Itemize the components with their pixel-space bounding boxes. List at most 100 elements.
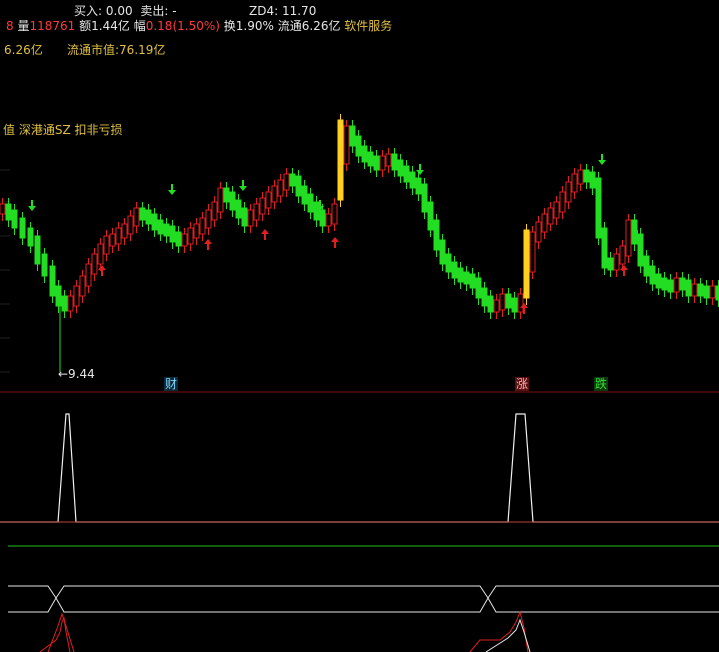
candle-body bbox=[121, 223, 128, 239]
candle-body bbox=[379, 155, 386, 171]
candle-body bbox=[109, 233, 116, 247]
candle-body bbox=[259, 197, 266, 215]
candle-body bbox=[349, 125, 356, 147]
candle-body bbox=[421, 183, 428, 213]
candle-body bbox=[553, 201, 560, 219]
candle-body bbox=[205, 209, 212, 229]
indicator-pane-3 bbox=[39, 610, 531, 652]
candle-body bbox=[433, 219, 440, 251]
candle-body bbox=[241, 207, 248, 227]
candle-body bbox=[187, 227, 194, 245]
candle-body bbox=[91, 253, 98, 275]
candle-body bbox=[469, 273, 476, 289]
candle-body bbox=[235, 199, 242, 219]
candle-body bbox=[5, 203, 12, 221]
candle-body bbox=[517, 293, 524, 313]
candle-body bbox=[559, 191, 566, 213]
candle-body bbox=[151, 213, 158, 231]
candle-body bbox=[529, 231, 536, 273]
candle-body bbox=[415, 177, 422, 195]
candle-body bbox=[679, 277, 686, 291]
cross-line-a bbox=[8, 585, 719, 613]
candlestick-series bbox=[0, 114, 719, 372]
event-up-icon[interactable]: 涨 bbox=[515, 377, 530, 391]
candle-body bbox=[547, 207, 554, 225]
event-finance-icon[interactable]: 财 bbox=[164, 377, 179, 391]
candle-body bbox=[67, 295, 74, 312]
indicator-pane-2 bbox=[8, 585, 719, 613]
candle-body bbox=[145, 209, 152, 225]
candle-body bbox=[619, 245, 626, 265]
candle-body bbox=[499, 293, 506, 311]
event-down-icon[interactable]: 跌 bbox=[594, 377, 609, 391]
kline-chart[interactable] bbox=[0, 0, 719, 652]
candle-body bbox=[589, 171, 596, 189]
candle-body bbox=[283, 173, 290, 191]
candle-body bbox=[277, 179, 284, 197]
candle-body bbox=[343, 125, 350, 165]
candle-body bbox=[463, 271, 470, 285]
candle-body bbox=[301, 185, 308, 205]
red-peak-left-b bbox=[47, 612, 75, 652]
candle-body bbox=[295, 175, 302, 197]
buy-arrow-icon bbox=[98, 265, 106, 276]
spike-line bbox=[0, 413, 719, 523]
red-peak-right bbox=[469, 610, 529, 652]
candle-body bbox=[487, 295, 494, 313]
candle-body bbox=[127, 215, 134, 235]
candle-body bbox=[613, 253, 620, 271]
buy-arrow-icon bbox=[620, 265, 628, 276]
sell-arrow-icon bbox=[168, 184, 176, 195]
candle-body bbox=[331, 203, 338, 225]
candle-body bbox=[691, 283, 698, 297]
candle-body bbox=[397, 159, 404, 177]
candle-body bbox=[175, 231, 182, 247]
candle-body bbox=[685, 279, 692, 297]
candle-body bbox=[265, 191, 272, 209]
candle-body bbox=[139, 207, 146, 221]
candle-body bbox=[355, 135, 362, 157]
candle-body bbox=[391, 153, 398, 171]
candle-body bbox=[49, 265, 56, 297]
candle-body bbox=[373, 155, 380, 171]
candle-body bbox=[73, 285, 80, 307]
candle-body bbox=[157, 219, 164, 235]
candle-body bbox=[475, 277, 482, 299]
candle-body bbox=[11, 209, 18, 229]
candle-body bbox=[409, 171, 416, 189]
candle-body bbox=[97, 243, 104, 265]
candle-body bbox=[253, 203, 260, 221]
candle-body bbox=[199, 217, 206, 235]
candle-body bbox=[385, 153, 392, 167]
candle-body bbox=[217, 187, 224, 213]
candle-body bbox=[0, 203, 6, 215]
candle-body bbox=[655, 273, 662, 289]
low-price-marker: ←9.44 bbox=[58, 367, 95, 381]
candle-body bbox=[229, 191, 236, 211]
candle-body bbox=[103, 235, 110, 255]
candle-body bbox=[457, 267, 464, 283]
candle-body bbox=[307, 193, 314, 213]
candle-body bbox=[247, 209, 254, 227]
candle-body bbox=[313, 201, 320, 221]
candle-body bbox=[85, 263, 92, 287]
candle-body bbox=[445, 253, 452, 273]
candle-body bbox=[27, 227, 34, 247]
candle-body bbox=[583, 169, 590, 183]
candle-body bbox=[211, 201, 218, 221]
candle-body bbox=[649, 265, 656, 285]
candle-body bbox=[325, 213, 332, 227]
candle-body bbox=[625, 219, 632, 257]
candle-body bbox=[703, 285, 710, 299]
buy-arrow-icon bbox=[261, 229, 269, 240]
candle-body bbox=[319, 209, 326, 227]
candle-body bbox=[19, 217, 26, 239]
candle-body bbox=[193, 223, 200, 239]
candle-body bbox=[595, 177, 602, 239]
candle-body bbox=[451, 261, 458, 279]
sell-arrow-icon bbox=[598, 154, 606, 165]
candle-body bbox=[577, 169, 584, 185]
candle-body bbox=[535, 221, 542, 243]
candle-body bbox=[133, 207, 140, 227]
candle-body bbox=[523, 229, 530, 299]
